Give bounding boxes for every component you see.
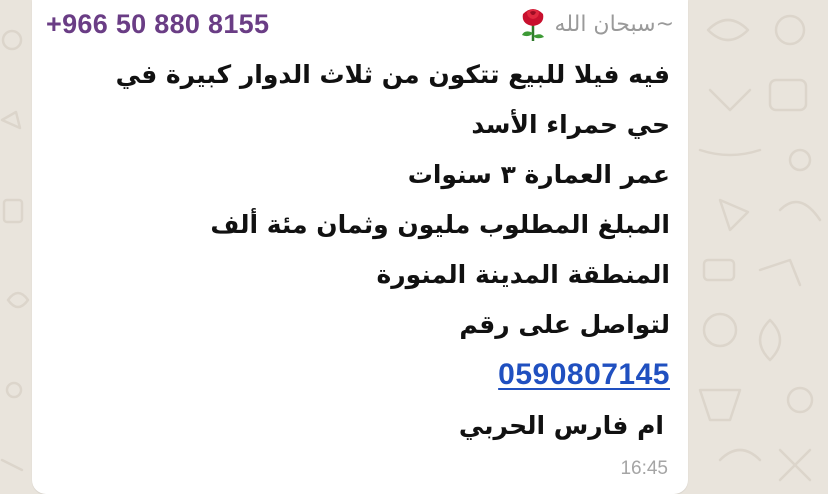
rose-icon bbox=[517, 6, 549, 42]
sender-header: +966 50 880 8155 ~سبحان الله bbox=[46, 4, 674, 44]
message-timestamp: 16:45 bbox=[620, 458, 668, 479]
message-line: حي حمراء الأسد bbox=[471, 110, 670, 139]
message-text: فيه فيلا للبيع تتكون من ثلاث الدوار كبير… bbox=[48, 50, 670, 451]
message-bubble[interactable]: +966 50 880 8155 ~سبحان الله فيه فيلا لل… bbox=[32, 0, 688, 494]
signature: ام فارس الحربي bbox=[458, 411, 664, 440]
message-line: المنطقة المدينة المنورة bbox=[376, 260, 671, 289]
message-line: فيه فيلا للبيع تتكون من ثلاث الدوار كبير… bbox=[115, 60, 670, 89]
sender-name: ~سبحان الله bbox=[554, 11, 674, 37]
phone-number-link[interactable]: 0590807145 bbox=[498, 358, 670, 391]
message-line: المبلغ المطلوب مليون وثمان مئة ألف bbox=[210, 210, 670, 239]
sender-phone[interactable]: +966 50 880 8155 bbox=[46, 9, 269, 40]
message-line: عمر العمارة ٣ سنوات bbox=[407, 160, 670, 189]
message-line: لتواصل على رقم bbox=[459, 310, 670, 339]
sender-name-group[interactable]: ~سبحان الله bbox=[517, 6, 674, 42]
